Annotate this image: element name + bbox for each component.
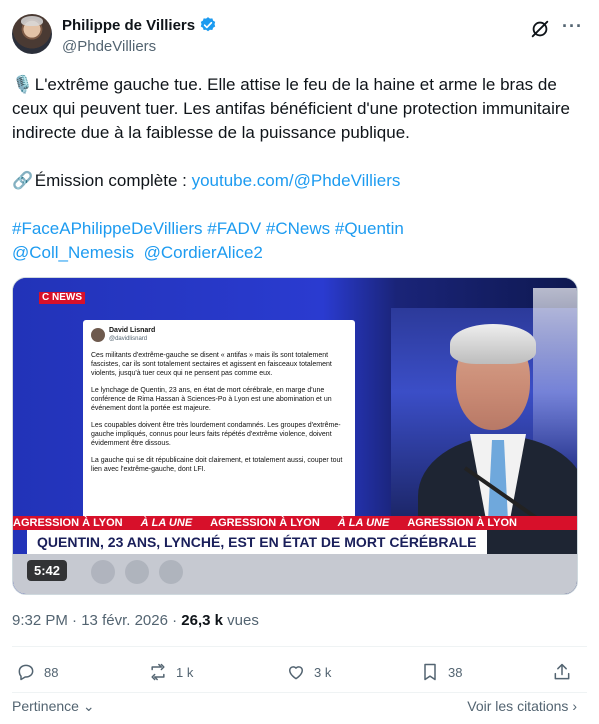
- cnews-logo: C NEWS: [39, 292, 86, 304]
- bookmark-icon: [424, 663, 436, 681]
- more-options-icon[interactable]: ···: [562, 16, 583, 37]
- mentions-line: @Coll_Nemesis @CordierAlice2: [12, 241, 587, 265]
- news-ticker: AGRESSION À LYON À LA UNE AGRESSION À LYON…: [13, 516, 577, 530]
- link-icon: 🔗: [12, 171, 34, 190]
- whatsapp-icon: [91, 560, 115, 584]
- embedded-paragraph: Le lynchage de Quentin, 23 ans, en état …: [91, 387, 332, 412]
- reply-icon: [18, 664, 34, 681]
- hashtags-line: #FaceAPhilippeDeVilliers #FADV #CNews #Q…: [12, 217, 587, 241]
- action-bar: 88 1 k 3 k 38: [12, 662, 587, 688]
- author-handle[interactable]: @PhdeVilliers: [62, 38, 156, 55]
- telegram-icon: [125, 560, 149, 584]
- divider: [12, 646, 587, 647]
- tweet-header: Philippe de Villiers @PhdeVilliers ···: [12, 12, 587, 62]
- views-count: 26,3 k: [181, 612, 224, 629]
- microphone-icon: 🎙️: [12, 75, 34, 94]
- author-name[interactable]: Philippe de Villiers: [62, 17, 195, 34]
- emission-line: 🔗 Émission complète : youtube.com/@PhdeV…: [12, 169, 587, 193]
- embedded-name: David Lisnard: [109, 327, 156, 334]
- chevron-right-icon: ›: [572, 698, 577, 714]
- mention-link[interactable]: @Coll_Nemesis: [12, 243, 134, 262]
- like-count: 3 k: [314, 664, 332, 680]
- embedded-post-header: David Lisnard @davidlisnard: [91, 326, 347, 344]
- view-quotes-link[interactable]: Voir les citations ›: [467, 698, 577, 714]
- emission-label: Émission complète :: [34, 171, 192, 190]
- like-button[interactable]: 3 k: [286, 662, 331, 682]
- views-label: vues: [223, 612, 259, 629]
- embedded-paragraph: Ces militants d'extrême-gauche se disent…: [91, 352, 332, 377]
- tweet-paragraph: 🎙️ L'extrême gauche tue. Elle attise le …: [12, 73, 587, 145]
- share-icon: [554, 663, 570, 680]
- hashtag-link[interactable]: #FaceAPhilippeDeVilliers: [12, 219, 203, 238]
- tweet-text: 🎙️ L'extrême gauche tue. Elle attise le …: [12, 73, 587, 265]
- youtube-link[interactable]: youtube.com/@PhdeVilliers: [192, 171, 401, 190]
- repost-icon: [151, 663, 165, 681]
- bookmark-count: 38: [448, 664, 463, 680]
- avatar[interactable]: [12, 14, 52, 54]
- chevron-down-icon: ⌄: [82, 698, 95, 714]
- video-overlay-icons: [91, 560, 183, 584]
- grok-icon[interactable]: [529, 18, 551, 40]
- divider: [12, 692, 587, 693]
- repost-button[interactable]: 1 k: [148, 662, 193, 682]
- tweet-time[interactable]: 9:32 PM: [12, 612, 68, 629]
- hashtag-link[interactable]: #CNews: [266, 219, 330, 238]
- video-duration: 5:42: [27, 560, 68, 581]
- embedded-handle: @davidlisnard: [109, 336, 148, 342]
- speaker-figure: [408, 316, 577, 556]
- reply-count: 88: [44, 664, 59, 680]
- embedded-paragraph: La gauche qui se dit républicaine doit c…: [91, 457, 343, 473]
- embedded-post-screenshot: David Lisnard @davidlisnard Ces militant…: [83, 320, 355, 520]
- heart-icon: [289, 666, 303, 680]
- mention-link[interactable]: @CordierAlice2: [144, 243, 263, 262]
- hashtag-link[interactable]: #FADV: [207, 219, 261, 238]
- replies-footer: Pertinence ⌄ Voir les citations ›: [12, 696, 587, 718]
- repost-count: 1 k: [176, 664, 194, 680]
- reply-button[interactable]: 88: [16, 662, 58, 682]
- tiktok-icon: [159, 560, 183, 584]
- sort-relevance-button[interactable]: Pertinence ⌄: [12, 698, 95, 715]
- tweet-meta: 9:32 PM · 13 févr. 2026 · 26,3 k vues: [12, 612, 259, 629]
- bookmark-button[interactable]: 38: [420, 662, 462, 682]
- tweet-body: L'extrême gauche tue. Elle attise le feu…: [12, 75, 570, 142]
- embedded-paragraph: Les coupables doivent être très lourdeme…: [91, 422, 341, 447]
- author-name-line: Philippe de Villiers: [62, 16, 217, 34]
- video-player[interactable]: C NEWS David Lisnard @davidlisnard Ces m…: [12, 277, 578, 595]
- embedded-avatar: [91, 328, 105, 342]
- hashtag-link[interactable]: #Quentin: [335, 219, 404, 238]
- tweet-date[interactable]: 13 févr. 2026: [81, 612, 168, 629]
- verified-badge-icon: [200, 17, 216, 32]
- share-button[interactable]: [552, 662, 572, 682]
- headline-banner: QUENTIN, 23 ANS, LYNCHÉ, EST EN ÉTAT DE …: [27, 530, 487, 554]
